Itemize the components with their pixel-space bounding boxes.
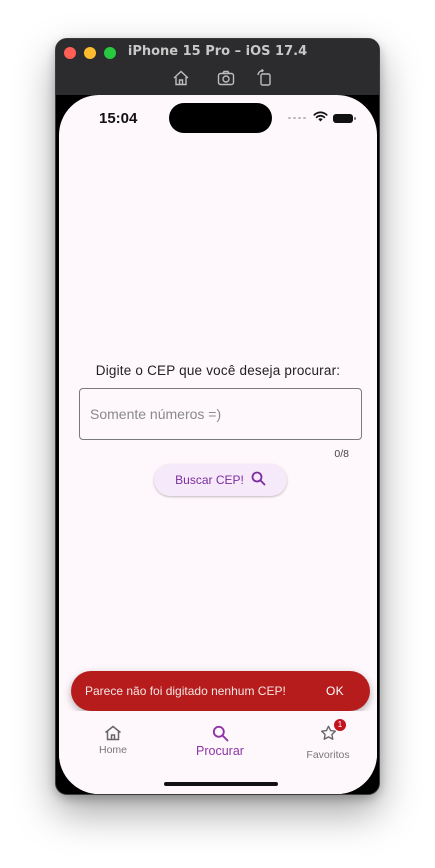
nav-item-home[interactable]: Home [63, 725, 163, 756]
nav-label-favoritos: Favoritos [306, 749, 350, 761]
battery-icon [333, 113, 356, 123]
window-title: iPhone 15 Pro – iOS 17.4 [127, 44, 308, 59]
cep-input-field[interactable] [79, 388, 362, 440]
nav-label-procurar: Procurar [196, 744, 244, 758]
nav-item-favoritos[interactable]: 1 Favoritos [278, 719, 377, 761]
home-icon[interactable] [172, 69, 190, 87]
snackbar-ok-button[interactable]: OK [326, 684, 344, 698]
home-indicator[interactable] [164, 782, 278, 786]
search-icon [170, 725, 270, 742]
nav-item-procurar[interactable]: Procurar [170, 725, 270, 758]
nav-label-home: Home [98, 744, 127, 756]
search-icon [251, 471, 266, 489]
snackbar-message: Parece não foi digitado nenhum CEP! [85, 684, 286, 698]
titlebar: iPhone 15 Pro – iOS 17.4 [56, 39, 379, 95]
simulator-window: iPhone 15 Pro – iOS 17.4 15:04 Digite o … [55, 38, 380, 795]
favorites-badge: 1 [334, 719, 346, 731]
screenshot-icon[interactable] [217, 69, 235, 87]
device-frame: 15:04 Digite o CEP que você deseja procu… [56, 95, 379, 794]
home-icon [63, 725, 163, 741]
rotate-icon[interactable] [256, 68, 274, 87]
dynamic-island [169, 103, 272, 133]
search-button-label: Buscar CEP! [175, 473, 244, 487]
cellular-icon [288, 117, 306, 119]
character-counter: 0/8 [334, 448, 349, 460]
cep-input[interactable] [80, 389, 361, 439]
search-prompt: Digite o CEP que você deseja procurar: [95, 363, 341, 378]
search-cep-button[interactable]: Buscar CEP! [154, 464, 287, 496]
app-screen: 15:04 Digite o CEP que você deseja procu… [59, 95, 377, 794]
status-indicators [288, 109, 356, 127]
status-time: 15:04 [99, 110, 138, 127]
wifi-icon [313, 109, 328, 127]
error-snackbar: Parece não foi digitado nenhum CEP! OK [71, 671, 370, 711]
bottom-navigation: Home Procurar 1 Favoritos [59, 711, 377, 794]
